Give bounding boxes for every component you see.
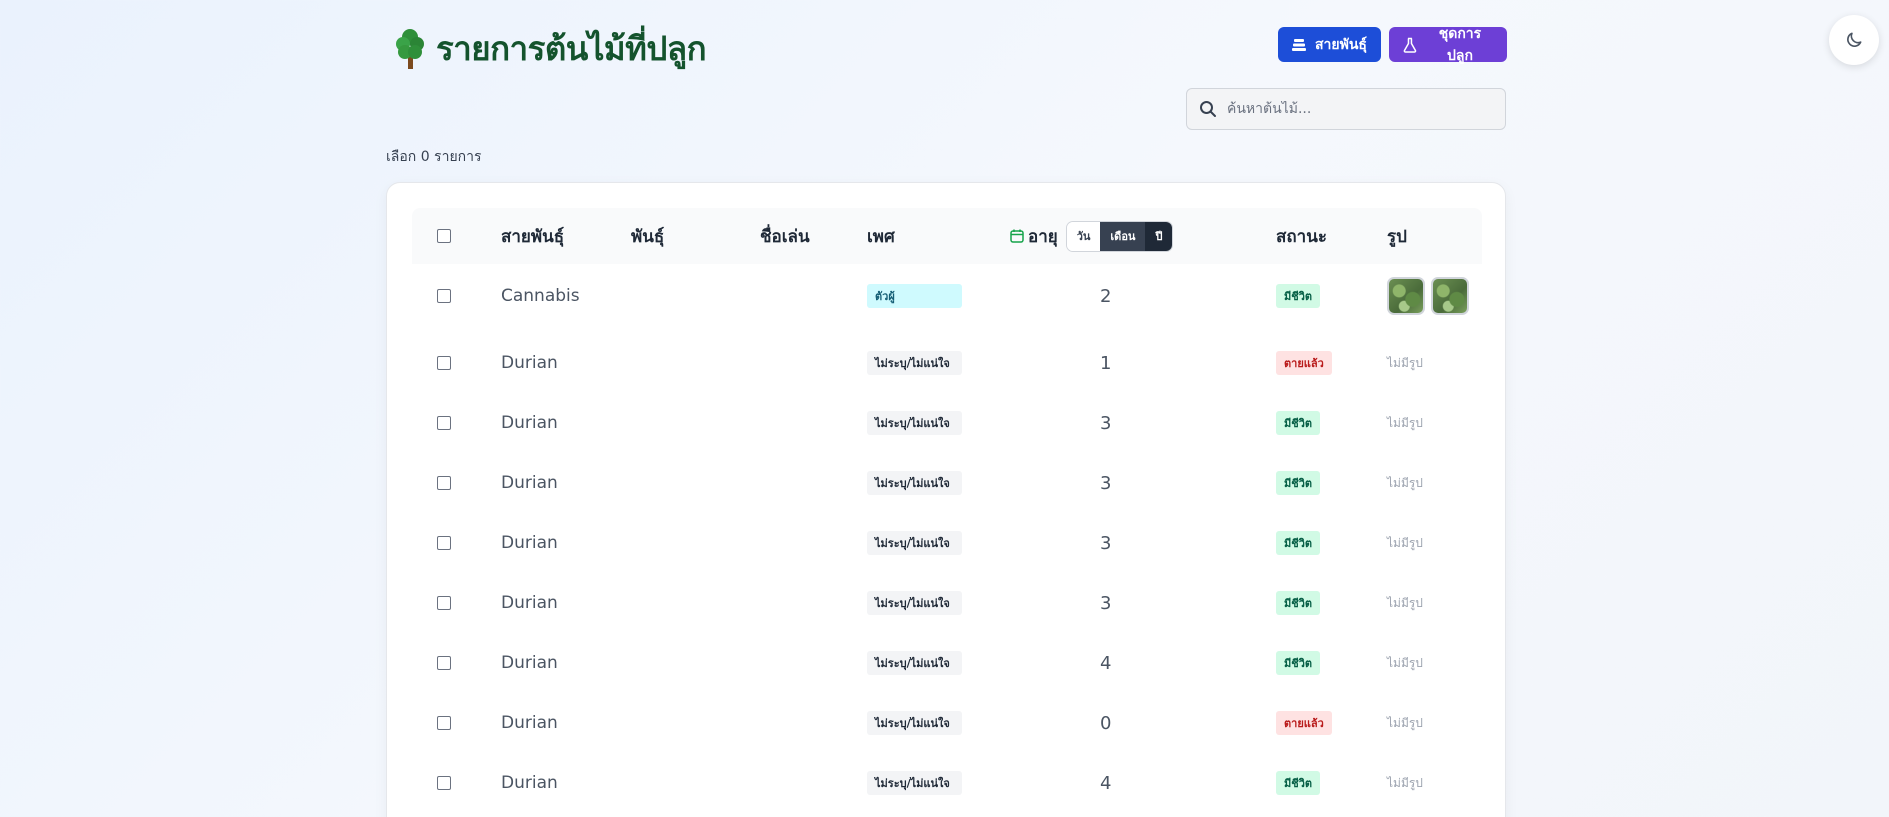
column-strain[interactable]: สายพันธุ์ xyxy=(501,208,564,264)
age-cell: 1 xyxy=(1100,352,1112,374)
strain-cell: Durian xyxy=(501,473,558,493)
no-photo-label: ไม่มีรูป xyxy=(1387,355,1423,370)
selection-count: เลือก 0 รายการ xyxy=(386,149,482,165)
calendar-icon xyxy=(1010,229,1024,243)
layers-icon xyxy=(1292,38,1306,51)
sex-badge: ไม่ระบุ/ไม่แน่ใจ xyxy=(867,531,962,555)
sex-badge: ไม่ระบุ/ไม่แน่ใจ xyxy=(867,711,962,735)
tree-icon xyxy=(396,28,424,69)
age-cell: 3 xyxy=(1100,412,1112,434)
column-age: อายุ วัน เดือน ปี xyxy=(1010,208,1174,264)
search-icon xyxy=(1200,101,1216,117)
table-row[interactable]: Durian ไม่ระบุ/ไม่แน่ใจ 0 ตายแล้ว ไม่มีรูป xyxy=(412,693,1482,753)
column-nickname[interactable]: ชื่อเล่น xyxy=(760,208,810,264)
sex-badge: ไม่ระบุ/ไม่แน่ใจ xyxy=(867,651,962,675)
strain-cell: Durian xyxy=(501,773,558,793)
status-badge: มีชีวิต xyxy=(1276,651,1321,675)
theme-toggle-button[interactable] xyxy=(1829,15,1879,65)
no-photo-label: ไม่มีรูป xyxy=(1387,715,1423,730)
status-badge: มีชีวิต xyxy=(1276,771,1321,795)
table-row[interactable]: Durian ไม่ระบุ/ไม่แน่ใจ 3 มีชีวิต ไม่มีรูป xyxy=(412,453,1482,513)
select-all-checkbox[interactable] xyxy=(437,229,451,243)
no-photo-label: ไม่มีรูป xyxy=(1387,415,1423,430)
sex-badge: ตัวผู้ xyxy=(867,284,962,308)
page-header: รายการต้นไม้ที่ปลูก xyxy=(394,22,707,75)
age-cell: 2 xyxy=(1100,285,1112,307)
age-cell: 4 xyxy=(1100,772,1112,794)
status-badge: มีชีวิต xyxy=(1276,411,1321,435)
status-badge: มีชีวิต xyxy=(1276,284,1321,308)
search-box xyxy=(1186,88,1506,130)
status-badge: ตายแล้ว xyxy=(1276,351,1332,375)
row-checkbox[interactable] xyxy=(437,596,451,610)
status-badge: มีชีวิต xyxy=(1276,591,1321,615)
sex-badge: ไม่ระบุ/ไม่แน่ใจ xyxy=(867,411,962,435)
page-title: รายการต้นไม้ที่ปลูก xyxy=(436,29,707,68)
age-unit-month[interactable]: เดือน xyxy=(1100,221,1146,251)
age-unit-toggle: วัน เดือน ปี xyxy=(1065,220,1174,252)
age-unit-year[interactable]: ปี xyxy=(1145,221,1173,251)
moon-icon xyxy=(1847,32,1862,47)
strain-button[interactable]: สายพันธุ์ xyxy=(1278,27,1381,62)
no-photo-label: ไม่มีรูป xyxy=(1387,775,1423,790)
age-cell: 3 xyxy=(1100,472,1112,494)
age-cell: 3 xyxy=(1100,532,1112,554)
sex-badge: ไม่ระบุ/ไม่แน่ใจ xyxy=(867,591,962,615)
age-cell: 3 xyxy=(1100,592,1112,614)
table-header: สายพันธุ์ พันธุ์ ชื่อเล่น เพศ อายุ วัน เ… xyxy=(412,208,1482,264)
row-checkbox[interactable] xyxy=(437,416,451,430)
column-age-label: อายุ xyxy=(1028,226,1058,247)
row-checkbox[interactable] xyxy=(437,289,451,303)
grow-kit-button[interactable]: ชุดการปลูก xyxy=(1389,25,1507,63)
row-checkbox[interactable] xyxy=(437,476,451,490)
strain-cell: Durian xyxy=(501,653,558,673)
status-badge: ตายแล้ว xyxy=(1276,711,1332,735)
row-checkbox[interactable] xyxy=(437,656,451,670)
status-badge: มีชีวิต xyxy=(1276,531,1321,555)
strain-cell: Durian xyxy=(501,593,558,613)
sex-badge: ไม่ระบุ/ไม่แน่ใจ xyxy=(867,471,962,495)
plants-table-card: สายพันธุ์ พันธุ์ ชื่อเล่น เพศ อายุ วัน เ… xyxy=(386,182,1506,817)
table-row[interactable]: Durian ไม่ระบุ/ไม่แน่ใจ 4 มีชีวิต ไม่มีรูป xyxy=(412,753,1482,813)
no-photo-label: ไม่มีรูป xyxy=(1387,595,1423,610)
plant-photo-thumbnail[interactable] xyxy=(1387,277,1425,315)
row-checkbox[interactable] xyxy=(437,356,451,370)
column-variety[interactable]: พันธุ์ xyxy=(631,208,664,264)
strain-button-label: สายพันธุ์ xyxy=(1315,35,1367,52)
table-row[interactable]: Durian ไม่ระบุ/ไม่แน่ใจ 4 มีชีวิต ไม่มีรูป xyxy=(412,633,1482,693)
strain-cell: Cannabis xyxy=(501,286,580,306)
status-badge: มีชีวิต xyxy=(1276,471,1321,495)
column-photo: รูป xyxy=(1387,226,1407,247)
no-photo-label: ไม่มีรูป xyxy=(1387,655,1423,670)
table-row[interactable]: Durian ไม่ระบุ/ไม่แน่ใจ 3 มีชีวิต ไม่มีรูป xyxy=(412,513,1482,573)
search-input[interactable] xyxy=(1227,101,1487,117)
row-checkbox[interactable] xyxy=(437,776,451,790)
table-row[interactable]: Durian ไม่ระบุ/ไม่แน่ใจ 3 มีชีวิต ไม่มีรูป xyxy=(412,573,1482,633)
row-checkbox[interactable] xyxy=(437,536,451,550)
column-status[interactable]: สถานะ xyxy=(1276,208,1327,264)
grow-kit-button-label: ชุดการปลูก xyxy=(1438,24,1482,63)
strain-cell: Durian xyxy=(501,533,558,553)
age-cell: 0 xyxy=(1100,712,1112,734)
no-photo-label: ไม่มีรูป xyxy=(1387,535,1423,550)
age-unit-day[interactable]: วัน xyxy=(1066,221,1101,251)
plant-photo-thumbnail[interactable] xyxy=(1431,277,1469,315)
age-cell: 4 xyxy=(1100,652,1112,674)
table-row[interactable]: Cannabis ตัวผู้ 2 มีชีวิต xyxy=(412,264,1482,328)
strain-cell: Durian xyxy=(501,713,558,733)
no-photo-label: ไม่มีรูป xyxy=(1387,475,1423,490)
column-sex[interactable]: เพศ xyxy=(867,208,895,264)
sex-badge: ไม่ระบุ/ไม่แน่ใจ xyxy=(867,771,962,795)
table-row[interactable]: Durian ไม่ระบุ/ไม่แน่ใจ 3 มีชีวิต ไม่มีรูป xyxy=(412,393,1482,453)
row-checkbox[interactable] xyxy=(437,716,451,730)
strain-cell: Durian xyxy=(501,353,558,373)
sex-badge: ไม่ระบุ/ไม่แน่ใจ xyxy=(867,351,962,375)
strain-cell: Durian xyxy=(501,413,558,433)
flask-icon xyxy=(1403,37,1417,53)
table-row[interactable]: Durian ไม่ระบุ/ไม่แน่ใจ 1 ตายแล้ว ไม่มีรูป xyxy=(412,333,1482,393)
